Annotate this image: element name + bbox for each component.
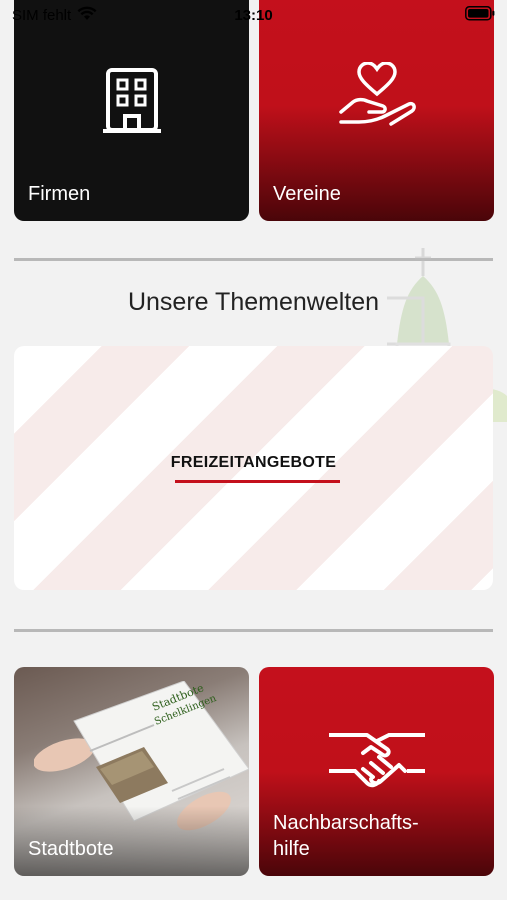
banner-freizeitangebote[interactable]: FREIZEITANGEBOTE bbox=[14, 346, 493, 590]
tile-label-line2: hilfe bbox=[273, 838, 310, 860]
tile-stadtbote-label: Stadtbote bbox=[28, 838, 114, 860]
tile-stadtbote[interactable]: Stadtbote Schelklingen Stadtbote bbox=[14, 667, 249, 876]
tile-vereine[interactable]: Vereine bbox=[259, 0, 494, 221]
building-icon bbox=[102, 68, 161, 139]
carrier-label: SIM fehlt bbox=[12, 6, 72, 24]
handshake-icon bbox=[327, 725, 427, 796]
tile-nachbarschaftshilfe-label: Nachbarschafts- hilfe bbox=[273, 810, 419, 862]
tile-firmen[interactable]: Firmen bbox=[14, 0, 249, 221]
banner-label: FREIZEITANGEBOTE bbox=[170, 454, 337, 471]
divider bbox=[14, 629, 493, 632]
tile-firmen-label: Firmen bbox=[28, 183, 91, 205]
status-bar: SIM fehlt 13:10 bbox=[0, 0, 507, 30]
section-title: Unsere Themenwelten bbox=[127, 288, 380, 316]
heart-hand-icon bbox=[337, 61, 417, 133]
tile-nachbarschaftshilfe[interactable]: Nachbarschafts- hilfe bbox=[259, 667, 494, 876]
app-screen: SIM fehlt 13:10 Firmen Vereine Unsere Th… bbox=[0, 0, 507, 900]
battery-icon bbox=[465, 5, 495, 25]
tile-label-line1: Nachbarschafts- bbox=[273, 812, 419, 834]
wifi-icon bbox=[77, 6, 97, 25]
tile-vereine-label: Vereine bbox=[273, 183, 341, 205]
status-left: SIM fehlt bbox=[12, 6, 97, 25]
banner-underline bbox=[175, 480, 340, 483]
